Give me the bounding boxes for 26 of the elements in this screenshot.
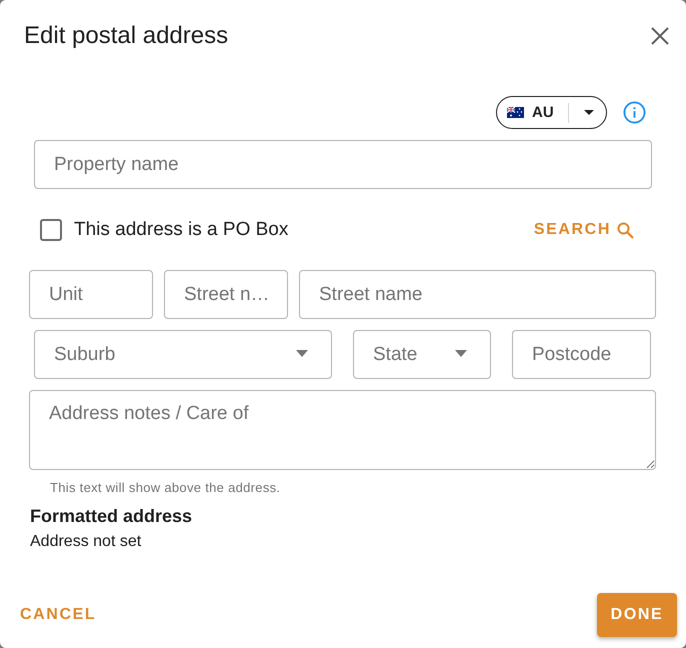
close-button[interactable] [651,27,669,45]
po-box-checkbox[interactable]: This address is a PO Box [40,219,288,241]
input-field[interactable]: Street name [299,270,656,319]
dropdown-field[interactable]: Suburb [34,330,332,379]
section-heading: Formatted address [30,505,192,527]
formatted-address-text: Address not set [30,532,142,552]
search-icon [617,222,634,238]
input-field[interactable]: Street n… [164,270,288,319]
info-icon [623,101,646,124]
country-selector[interactable]: AU [496,96,607,129]
done-button[interactable]: DONE [597,593,677,637]
dropdown-field[interactable]: State [353,330,491,379]
flag-icon [507,107,524,118]
caret-icon [455,350,467,357]
helper-text: This text will show above the address. [50,480,280,496]
notes-field[interactable]: Address notes / Care of [29,390,656,470]
input-field[interactable]: Unit [29,270,153,319]
search-button[interactable]: SEARCH [534,221,634,239]
input-field[interactable]: Postcode [512,330,651,379]
dialog-title: Edit postal address [24,21,228,51]
caret-icon [296,350,308,357]
info-button[interactable] [623,101,646,124]
caret-icon [584,110,594,115]
cancel-button[interactable]: CANCEL [20,606,96,624]
input-field[interactable]: Property name [34,140,652,189]
close-icon [651,27,669,45]
